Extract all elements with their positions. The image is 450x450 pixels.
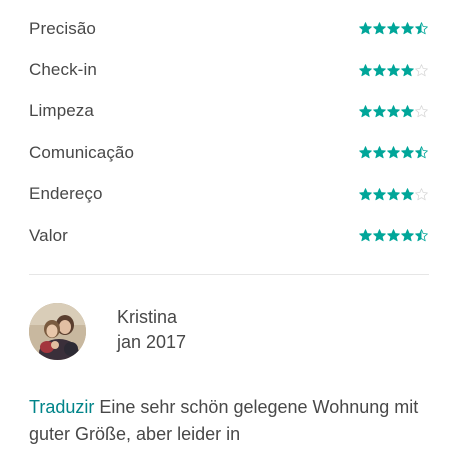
rating-label: Check-in xyxy=(29,60,97,80)
star-full-icon xyxy=(401,63,414,76)
star-full-icon xyxy=(401,22,414,35)
star-rating xyxy=(359,187,428,201)
rating-row: Limpeza xyxy=(29,91,429,132)
translate-link[interactable]: Traduzir xyxy=(29,397,94,417)
rating-label: Endereço xyxy=(29,184,103,204)
star-full-icon xyxy=(387,187,400,200)
star-rating xyxy=(359,146,428,159)
rating-row: Valor xyxy=(29,215,429,256)
review-body: Traduzir Eine sehr schön gelegene Wohnun… xyxy=(29,394,429,448)
star-full-icon xyxy=(387,63,400,76)
rating-label: Valor xyxy=(29,225,68,245)
star-full-icon xyxy=(387,229,400,242)
avatar[interactable] xyxy=(29,303,86,360)
star-full-icon xyxy=(359,229,372,242)
star-full-icon xyxy=(359,105,372,118)
star-full-icon xyxy=(387,22,400,35)
star-full-icon xyxy=(401,105,414,118)
star-half-icon xyxy=(415,22,428,35)
rating-row: Comunicação xyxy=(29,132,429,173)
star-full-icon xyxy=(401,146,414,159)
star-full-icon xyxy=(401,229,414,242)
star-full-icon xyxy=(373,105,386,118)
star-half-icon xyxy=(415,229,428,242)
star-full-icon xyxy=(373,229,386,242)
review-header: Kristina jan 2017 xyxy=(29,303,186,360)
star-full-icon xyxy=(401,187,414,200)
star-full-icon xyxy=(359,146,372,159)
listing-reviews-screen: Precisão Check-in Limpeza Comunicação Endere… xyxy=(0,0,450,450)
star-full-icon xyxy=(373,22,386,35)
reviewer-photo xyxy=(29,303,86,360)
star-full-icon xyxy=(387,146,400,159)
star-full-icon xyxy=(359,187,372,200)
rating-label: Limpeza xyxy=(29,101,94,121)
star-full-icon xyxy=(373,63,386,76)
rating-row: Precisão xyxy=(29,8,429,49)
star-rating xyxy=(359,229,428,242)
star-full-icon xyxy=(373,187,386,200)
rating-row: Endereço xyxy=(29,174,429,215)
star-rating xyxy=(359,63,428,77)
rating-label: Comunicação xyxy=(29,142,135,162)
star-empty-icon xyxy=(415,105,428,118)
star-rating xyxy=(359,22,428,35)
reviewer-info: Kristina jan 2017 xyxy=(117,305,186,355)
star-empty-icon xyxy=(415,187,428,200)
star-full-icon xyxy=(373,146,386,159)
rating-label: Precisão xyxy=(29,18,96,38)
reviewer-name[interactable]: Kristina xyxy=(117,305,186,329)
review-date: jan 2017 xyxy=(117,331,187,352)
star-full-icon xyxy=(359,22,372,35)
star-rating xyxy=(359,105,428,118)
divider xyxy=(29,274,429,275)
rating-categories: Precisão Check-in Limpeza Comunicação Endere… xyxy=(29,8,429,256)
star-empty-icon xyxy=(415,63,428,76)
star-half-icon xyxy=(415,146,428,159)
rating-row: Check-in xyxy=(29,49,429,90)
star-full-icon xyxy=(387,105,400,118)
star-full-icon xyxy=(359,63,372,76)
